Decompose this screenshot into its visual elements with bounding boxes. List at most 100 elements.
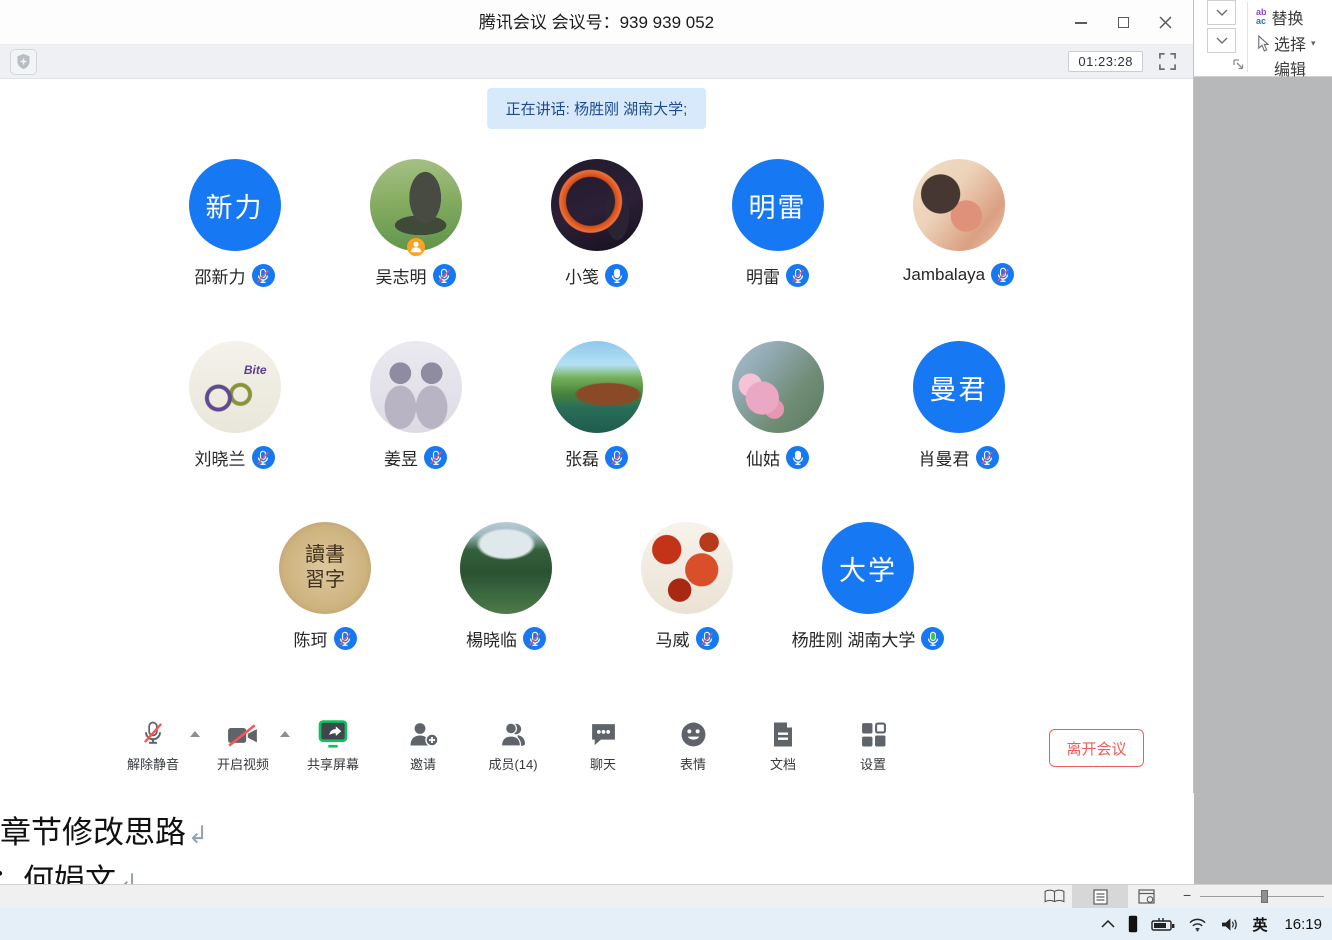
print-layout-button[interactable] [1072,885,1128,908]
participant-name-row: 肖曼君 [919,445,999,470]
phone-device-icon[interactable] [1128,915,1138,933]
show-hidden-icons-chevron[interactable] [1101,920,1115,928]
scroll-down-button[interactable] [1207,0,1236,25]
read-mode-button[interactable] [1036,885,1072,908]
participant-row: 新力邵新力吴志明 小笺 明雷明雷 Jambalaya [0,159,1193,288]
participant-tile[interactable]: 大学杨胜刚 湖南大学 [822,522,914,651]
paragraph-return-mark: ↲ [118,870,138,884]
avatar-photo-forest-mountain-hiker [460,522,552,614]
word-ribbon-fragment: ab ac 替换 选择 ▾ 编辑 [1194,0,1332,77]
mic-status-icon-muted[interactable] [424,446,447,469]
wifi-icon[interactable] [1188,917,1207,932]
toolbar-item-docs[interactable]: 文档 [740,714,826,773]
avatar-overlay-text: 讀書習字 [297,543,353,593]
participant-tile[interactable]: 新力邵新力 [189,159,281,288]
participant-name-row: 姜昱 [384,445,447,470]
participant-name-row: 陈珂 [294,626,357,651]
meeting-security-button[interactable] [10,49,37,75]
participant-tile[interactable]: 姜昱 [370,341,462,470]
docs-icon [771,714,795,748]
toolbar-item-invite[interactable]: 邀请 [380,714,466,773]
close-button[interactable] [1151,9,1179,37]
toolbar-item-label: 开启视频 [217,754,269,773]
leave-meeting-button[interactable]: 离开会议 [1049,729,1144,767]
close-icon [1159,16,1172,29]
meeting-titlebar: 腾讯会议 会议号：939 939 052 [0,0,1193,45]
toolbar-item-share-screen[interactable]: 共享屏幕 [290,714,376,773]
participant-avatar: 大学 [822,522,914,614]
select-button[interactable]: 选择 ▾ [1256,31,1316,55]
mic-status-icon-muted[interactable] [252,264,275,287]
invite-icon [408,714,439,748]
participant-tile[interactable]: 张磊 [551,341,643,470]
mic-status-icon-muted[interactable] [252,446,275,469]
participant-avatar: Bite [189,341,281,433]
participant-tile[interactable]: 吴志明 [370,159,462,288]
mic-status-icon-active[interactable] [921,627,944,650]
participant-tile[interactable]: 小笺 [551,159,643,288]
toolbar-item-chat[interactable]: 聊天 [560,714,646,773]
participant-name-row: 杨胜刚 湖南大学 [792,626,945,651]
speaker-icon[interactable] [1220,917,1239,932]
minimize-icon [1075,22,1087,24]
participant-name-row: 邵新力 [195,263,275,288]
participant-avatar: 曼君 [913,341,1005,433]
web-layout-button[interactable] [1128,885,1164,908]
avatar-photo-pink-flowers-house [732,341,824,433]
toolbar-item-emoji[interactable]: 表情 [650,714,736,773]
caret-up-icon[interactable] [190,724,200,730]
mic-status-icon-on[interactable] [786,446,809,469]
battery-charging-icon[interactable] [1151,917,1175,932]
mic-status-icon-muted[interactable] [523,627,546,650]
participant-tile[interactable]: Bite 刘晓兰 [189,341,281,470]
toolbar-item-unmute[interactable]: 解除静音 [110,714,196,773]
zoom-slider-thumb[interactable] [1261,890,1268,903]
participant-tile[interactable]: 讀書習字陈珂 [279,522,371,651]
speaking-banner: 正在讲话: 杨胜刚 湖南大学; [487,88,707,129]
page-down-button[interactable] [1207,28,1236,53]
mic-status-icon-muted[interactable] [433,264,456,287]
caret-up-icon[interactable] [280,724,290,730]
participant-name-row: Jambalaya [903,263,1014,286]
members-icon [498,714,529,748]
avatar-photo-pencil-sketch-two-women [370,341,462,433]
participant-name: 刘晓兰 [195,445,246,470]
minimize-button[interactable] [1067,9,1095,37]
participant-tile[interactable]: Jambalaya [913,159,1005,288]
mic-status-icon-muted[interactable] [334,627,357,650]
mic-status-icon-muted[interactable] [786,264,809,287]
participant-tile[interactable]: 明雷明雷 [732,159,824,288]
mic-status-icon-on[interactable] [605,264,628,287]
participant-tile[interactable]: 马威 [641,522,733,651]
toolbar-item-members[interactable]: 成员(14) [470,714,556,773]
participant-name: 吴志明 [376,263,427,288]
mic-status-icon-muted[interactable] [696,627,719,650]
mic-status-icon-muted[interactable] [605,446,628,469]
emoji-icon [680,714,707,748]
replace-button[interactable]: ab ac 替换 [1256,5,1304,29]
participant-name-row: 仙姑 [746,445,809,470]
ime-language-indicator[interactable]: 英 [1252,914,1267,935]
participant-name-row: 吴志明 [376,263,456,288]
word-document-strip[interactable]: 章节修改思路↲ ：何娟文↲ [0,793,1194,884]
toolbar-item-start-video[interactable]: 开启视频 [200,714,286,773]
mic-status-icon-muted[interactable] [991,263,1014,286]
taskbar-tray: 英 16:19 [1101,908,1322,940]
maximize-button[interactable] [1109,9,1137,37]
participant-name: 陈珂 [294,626,328,651]
participant-name-row: 小笺 [565,263,628,288]
fullscreen-icon[interactable] [1158,52,1177,71]
participant-name: 姜昱 [384,445,418,470]
participant-tile[interactable]: 楊晓临 [460,522,552,651]
participant-tile[interactable]: 曼君肖曼君 [913,341,1005,470]
participant-avatar: 讀書習字 [279,522,371,614]
clock[interactable]: 16:19 [1284,916,1322,933]
meeting-duration: 01:23:28 [1068,51,1143,72]
avatar-initials: 大学 [822,522,914,614]
avatar-overlay-text: Bite [244,363,267,377]
dialog-launcher-icon[interactable] [1232,58,1245,71]
mic-status-icon-muted[interactable] [976,446,999,469]
participant-tile[interactable]: 仙姑 [732,341,824,470]
toolbar-item-settings[interactable]: 设置 [830,714,916,773]
zoom-out-button[interactable]: − [1183,887,1191,903]
